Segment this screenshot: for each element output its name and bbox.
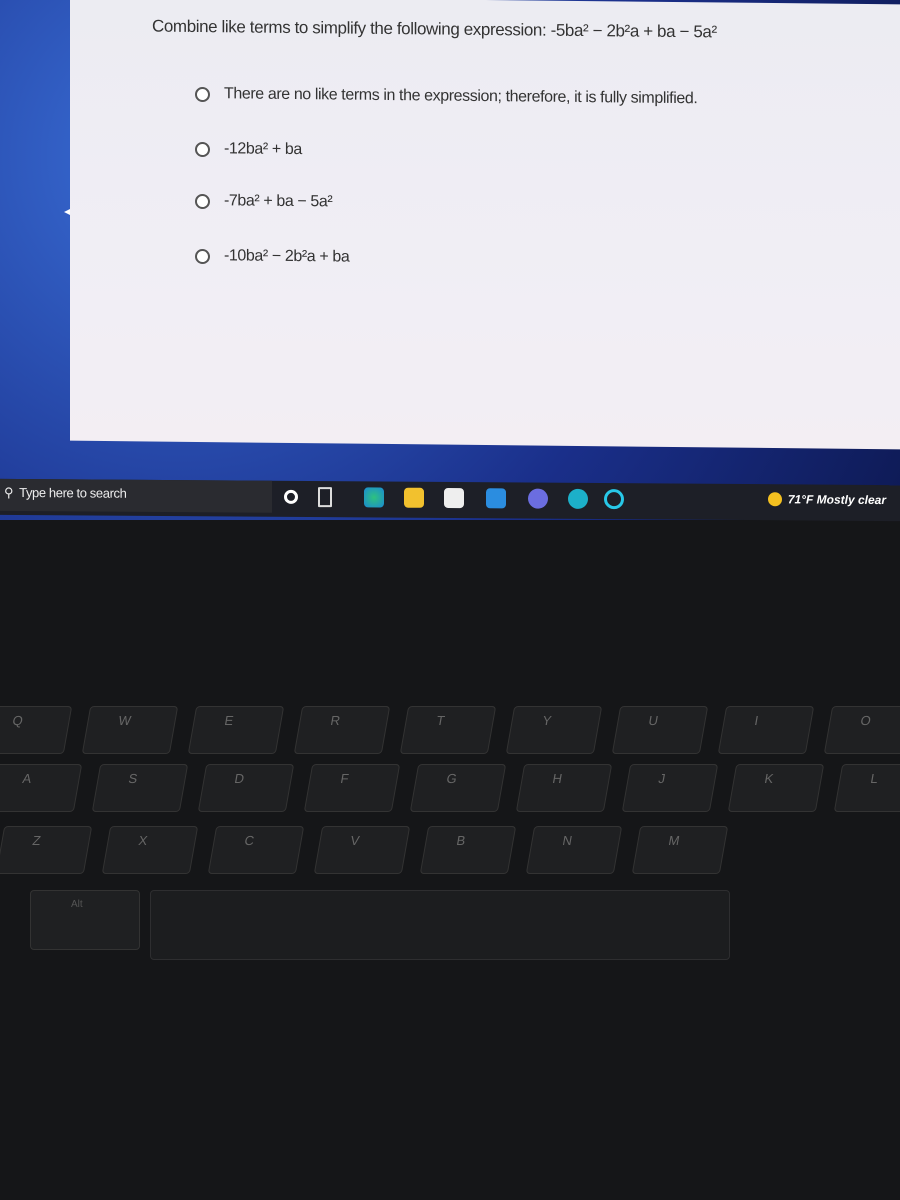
answer-option[interactable]: -10ba² − 2b²a + ba	[195, 247, 349, 267]
radio-button[interactable]	[195, 193, 210, 209]
key[interactable]: D	[197, 764, 295, 812]
option-label: -10ba² − 2b²a + ba	[224, 247, 350, 266]
alt-key[interactable]: Alt	[30, 890, 140, 950]
answer-option[interactable]: -12ba² + ba	[195, 140, 302, 159]
key[interactable]: J	[621, 764, 719, 812]
key[interactable]: U	[611, 706, 709, 754]
key[interactable]: Y	[505, 706, 603, 754]
mail-icon[interactable]	[486, 488, 506, 509]
laptop-screen: Combine like terms to simplify the follo…	[0, 0, 900, 520]
key[interactable]: G	[409, 764, 507, 812]
answer-option[interactable]: There are no like terms in the expressio…	[195, 85, 697, 108]
key[interactable]: B	[419, 826, 517, 874]
key[interactable]: R	[293, 706, 391, 754]
answer-option[interactable]: -7ba² + ba − 5a²	[195, 192, 332, 211]
radio-button[interactable]	[195, 248, 210, 264]
app-icon[interactable]	[528, 488, 548, 509]
key[interactable]: M	[631, 826, 729, 874]
key[interactable]: I	[717, 706, 815, 754]
keyboard: QWERTYUIOP ASDFGHJKL ZXCVBNM Alt	[0, 640, 900, 980]
store-icon[interactable]	[444, 487, 464, 509]
key[interactable]: N	[525, 826, 623, 874]
option-label: There are no like terms in the expressio…	[224, 85, 698, 108]
key[interactable]: E	[187, 706, 285, 754]
question-text: Combine like terms to simplify the follo…	[152, 16, 717, 42]
radio-button[interactable]	[195, 86, 210, 102]
weather-text: 71°F Mostly clear	[787, 492, 886, 508]
search-icon: ⚲	[4, 484, 14, 500]
key[interactable]: T	[399, 706, 497, 754]
cortana-icon[interactable]	[284, 489, 298, 504]
key[interactable]: Q	[0, 706, 73, 754]
key[interactable]: O	[823, 706, 900, 754]
option-label: -7ba² + ba − 5a²	[224, 192, 333, 211]
alexa-icon[interactable]	[604, 489, 624, 510]
taskbar: ⚲ Type here to search 71°F Mostly clear	[0, 478, 900, 522]
spacebar[interactable]	[150, 890, 730, 960]
key[interactable]: Z	[0, 826, 93, 874]
search-app-icon[interactable]	[568, 488, 588, 509]
quiz-page: Combine like terms to simplify the follo…	[70, 0, 900, 450]
key[interactable]: S	[91, 764, 189, 812]
key[interactable]: C	[207, 826, 305, 874]
moon-icon	[767, 492, 782, 507]
file-explorer-icon[interactable]	[404, 487, 424, 508]
option-label: -12ba² + ba	[224, 140, 302, 159]
edge-icon[interactable]	[364, 487, 384, 508]
search-placeholder: Type here to search	[19, 484, 127, 501]
key[interactable]: K	[727, 764, 825, 812]
key[interactable]: X	[101, 826, 199, 874]
key[interactable]: H	[515, 764, 613, 812]
key[interactable]: V	[313, 826, 411, 874]
task-view-icon[interactable]	[318, 487, 332, 508]
search-box[interactable]: ⚲ Type here to search	[0, 478, 272, 513]
key[interactable]: F	[303, 764, 401, 812]
key[interactable]: L	[833, 764, 900, 812]
key[interactable]: A	[0, 764, 83, 812]
radio-button[interactable]	[195, 141, 210, 157]
weather-widget[interactable]: 71°F Mostly clear	[767, 492, 886, 508]
key[interactable]: W	[81, 706, 179, 754]
